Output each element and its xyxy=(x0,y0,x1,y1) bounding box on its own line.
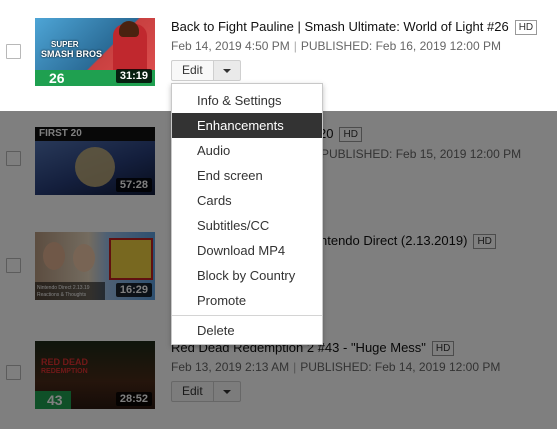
hd-badge: HD xyxy=(514,20,538,35)
menu-item-enhancements[interactable]: Enhancements xyxy=(172,113,322,138)
video-thumbnail[interactable]: SUPER SMASH BROS 26 31:19 xyxy=(35,18,155,86)
thumb-title-line2: SMASH BROS xyxy=(41,49,103,59)
menu-item-block-by-country[interactable]: Block by Country xyxy=(172,263,322,288)
edit-button[interactable]: Edit xyxy=(171,60,214,81)
menu-item-end-screen[interactable]: End screen xyxy=(172,163,322,188)
row-checkbox[interactable] xyxy=(6,44,21,59)
video-meta: Feb 14, 2019 4:50 PM | PUBLISHED: Feb 16, … xyxy=(171,39,501,53)
menu-item-promote[interactable]: Promote xyxy=(172,288,322,313)
thumb-title-line1: SUPER xyxy=(51,40,79,49)
edit-dropdown-menu: Info & Settings Enhancements Audio End s… xyxy=(171,83,323,345)
edit-group: Edit xyxy=(171,60,241,81)
menu-item-subtitles[interactable]: Subtitles/CC xyxy=(172,213,322,238)
menu-item-info-settings[interactable]: Info & Settings xyxy=(172,88,322,113)
menu-item-delete[interactable]: Delete xyxy=(172,318,322,343)
menu-item-audio[interactable]: Audio xyxy=(172,138,322,163)
menu-item-download-mp4[interactable]: Download MP4 xyxy=(172,238,322,263)
menu-item-cards[interactable]: Cards xyxy=(172,188,322,213)
episode-number: 26 xyxy=(49,70,65,86)
menu-divider xyxy=(172,315,322,316)
duration-badge: 31:19 xyxy=(115,69,152,83)
video-title[interactable]: Back to Fight Pauline | Smash Ultimate: … xyxy=(171,19,538,35)
published-date: PUBLISHED: Feb 16, 2019 12:00 PM xyxy=(300,39,501,53)
video-title-text[interactable]: Back to Fight Pauline | Smash Ultimate: … xyxy=(171,19,509,34)
edit-dropdown-button[interactable] xyxy=(213,60,241,81)
recorded-date: Feb 14, 2019 4:50 PM xyxy=(171,39,290,53)
